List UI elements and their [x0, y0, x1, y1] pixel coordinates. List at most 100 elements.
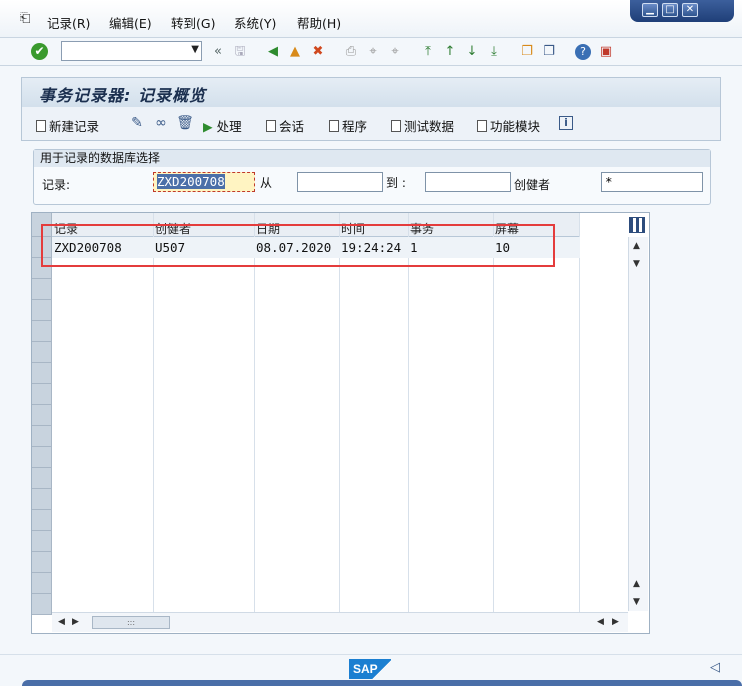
cell-time: 19:24:24: [341, 240, 402, 255]
menu-recording[interactable]: 记录(R): [47, 13, 90, 32]
scroll-left-icon[interactable]: ◀: [597, 617, 604, 627]
row-selector[interactable]: [32, 405, 52, 426]
table-header: 记录 创健者 日期 时间 事务 屏幕: [32, 213, 580, 237]
shortcut-icon[interactable]: ❐: [540, 43, 558, 61]
document-icon: [477, 120, 487, 132]
row-selector[interactable]: [32, 531, 52, 552]
scroll-up-icon[interactable]: ▲: [633, 241, 640, 251]
scroll-down-icon[interactable]: ▼: [633, 597, 640, 607]
row-selector[interactable]: [32, 258, 52, 279]
row-selector[interactable]: [32, 573, 52, 594]
print-icon[interactable]: ⎙: [342, 43, 360, 61]
row-selector[interactable]: [32, 426, 52, 447]
new-recording-button[interactable]: 新建记录: [36, 116, 99, 135]
to-input[interactable]: [425, 172, 511, 192]
horizontal-scrollbar[interactable]: ◀ ▶ ::: ◀ ▶: [52, 612, 628, 632]
info-icon[interactable]: i: [559, 116, 573, 130]
scroll-up-icon[interactable]: ▲: [633, 579, 640, 589]
creator-input[interactable]: *: [601, 172, 703, 192]
menu-edit[interactable]: 编辑(E): [109, 13, 152, 32]
row-selector[interactable]: [32, 279, 52, 300]
table-row[interactable]: ZXD200708 U507 08.07.2020 19:24:24 1 10: [32, 237, 580, 258]
display-glasses-icon[interactable]: ∞: [152, 114, 170, 132]
first-page-icon[interactable]: ⤒: [419, 43, 437, 61]
recording-input[interactable]: ZXD200708: [153, 172, 255, 192]
window-controls: ▁ □ ✕: [630, 0, 734, 22]
new-session-icon[interactable]: ❐: [518, 43, 536, 61]
row-selector[interactable]: [32, 552, 52, 573]
row-selector[interactable]: [32, 363, 52, 384]
row-selector[interactable]: [32, 321, 52, 342]
last-page-icon[interactable]: ⤓: [485, 43, 503, 61]
dropdown-arrow-icon[interactable]: ▼: [191, 44, 199, 55]
process-button[interactable]: ▶ 处理: [203, 116, 242, 135]
document-icon: [266, 120, 276, 132]
save-icon[interactable]: 🖫: [231, 43, 249, 61]
customize-layout-icon[interactable]: ▣: [597, 43, 615, 61]
close-icon[interactable]: ✕: [682, 3, 698, 17]
command-field[interactable]: ▼: [61, 41, 202, 61]
empty-table-row: [32, 573, 580, 594]
enter-check-icon[interactable]: ✔: [31, 43, 48, 60]
empty-table-row: [32, 342, 580, 363]
column-settings-icon[interactable]: [629, 217, 645, 233]
collapse-arrows-icon[interactable]: «: [209, 43, 227, 61]
find-icon[interactable]: ⌖: [364, 43, 382, 61]
row-selector[interactable]: [32, 384, 52, 405]
next-page-icon[interactable]: ↓: [463, 43, 481, 61]
empty-table-row: [32, 405, 580, 426]
scroll-thumb[interactable]: :::: [92, 616, 170, 629]
menu-help[interactable]: 帮助(H): [297, 13, 341, 32]
row-selector[interactable]: [32, 447, 52, 468]
scroll-down-icon[interactable]: ▼: [633, 259, 640, 269]
empty-table-row: [32, 510, 580, 531]
menu-exit-icon[interactable]: ⎗: [20, 12, 36, 26]
maximize-icon[interactable]: □: [662, 3, 678, 17]
row-selector[interactable]: [32, 300, 52, 321]
exit-icon[interactable]: ▲: [286, 43, 304, 61]
scroll-right-icon[interactable]: ▶: [72, 617, 79, 627]
minimize-icon[interactable]: ▁: [642, 3, 658, 17]
back-icon[interactable]: ◀: [264, 43, 282, 61]
row-selector[interactable]: [32, 489, 52, 510]
delete-trash-icon[interactable]: 🗑: [176, 114, 194, 132]
previous-page-icon[interactable]: ↑: [441, 43, 459, 61]
standard-toolbar: ✔ ▼ « 🖫 ◀ ▲ ✖ ⎙ ⌖ ⌖ ⤒ ↑ ↓ ⤓ ❐ ❐ ? ▣: [0, 38, 742, 66]
find-next-icon[interactable]: ⌖: [386, 43, 404, 61]
column-header-time[interactable]: 时间: [341, 220, 365, 237]
column-header-date[interactable]: 日期: [256, 220, 280, 237]
session-button[interactable]: 会话: [266, 116, 304, 135]
select-all-cell[interactable]: [32, 213, 52, 237]
row-selector[interactable]: [32, 510, 52, 531]
row-selector[interactable]: [32, 342, 52, 363]
empty-table-row: [32, 363, 580, 384]
empty-table-row: [32, 279, 580, 300]
row-selector[interactable]: [32, 594, 52, 615]
vertical-scrollbar[interactable]: ▲ ▼ ▲ ▼: [628, 237, 648, 611]
program-button[interactable]: 程序: [329, 116, 367, 135]
group-title: 用于记录的数据库选择: [34, 150, 710, 167]
row-selector[interactable]: [32, 237, 52, 258]
column-header-creator[interactable]: 创健者: [155, 220, 191, 237]
menu-system[interactable]: 系统(Y): [234, 13, 276, 32]
sap-logo: SAP: [349, 659, 391, 679]
empty-table-row: [32, 468, 580, 489]
help-icon[interactable]: ?: [575, 44, 591, 60]
column-header-screen[interactable]: 屏幕: [495, 220, 519, 237]
function-module-button[interactable]: 功能模块: [477, 116, 540, 135]
recording-label: 记录:: [42, 178, 71, 192]
menu-goto[interactable]: 转到(G): [171, 13, 215, 32]
row-selector[interactable]: [32, 468, 52, 489]
column-header-transaction[interactable]: 事务: [410, 220, 434, 237]
test-data-button[interactable]: 测试数据: [391, 116, 454, 135]
empty-table-row: [32, 447, 580, 468]
from-input[interactable]: [297, 172, 383, 192]
edit-pencil-icon[interactable]: ✎: [128, 114, 146, 132]
cell-transaction: 1: [410, 240, 418, 255]
scroll-left-icon[interactable]: ◀: [58, 617, 65, 627]
scroll-right-icon[interactable]: ▶: [612, 617, 619, 627]
cancel-icon[interactable]: ✖: [309, 43, 327, 61]
status-expand-icon[interactable]: ◁: [710, 660, 720, 675]
empty-table-row: [32, 258, 580, 279]
column-header-recording[interactable]: 记录: [54, 220, 78, 237]
